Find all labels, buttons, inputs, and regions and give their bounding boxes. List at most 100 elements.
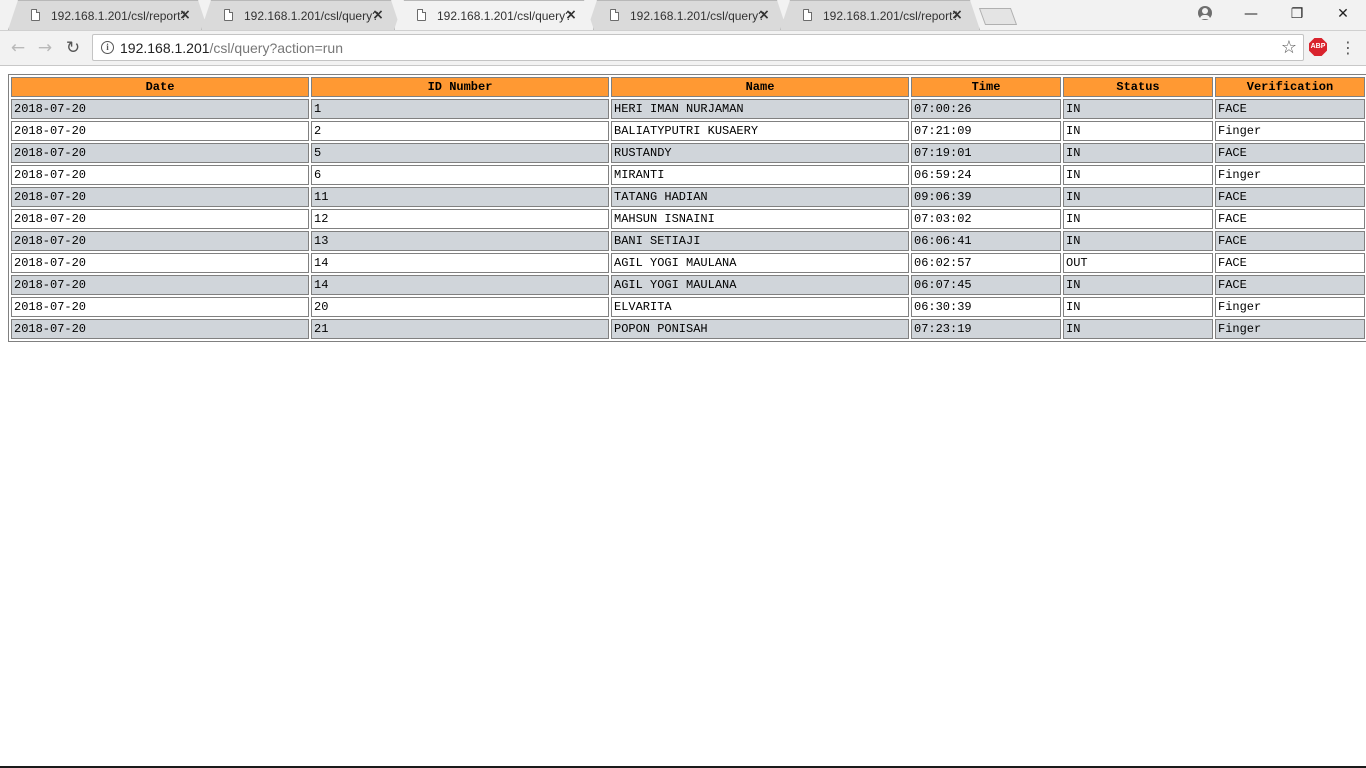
cell-time: 06:30:39 — [911, 297, 1061, 317]
cell-date: 2018-07-20 — [11, 209, 309, 229]
browser-toolbar: ← → ↻ i 192.168.1.201/csl/query?action=r… — [0, 31, 1366, 66]
cell-id-number: 14 — [311, 275, 609, 295]
minimize-icon[interactable]: — — [1228, 0, 1274, 28]
cell-name: MIRANTI — [611, 165, 909, 185]
cell-time: 09:06:39 — [911, 187, 1061, 207]
cell-date: 2018-07-20 — [11, 253, 309, 273]
tab-close-icon[interactable]: × — [177, 7, 193, 23]
new-tab-button[interactable] — [978, 8, 1018, 25]
tab-title: 192.168.1.201/csl/query?a — [437, 9, 571, 23]
cell-name: TATANG HADIAN — [611, 187, 909, 207]
cell-date: 2018-07-20 — [11, 231, 309, 251]
cell-time: 07:03:02 — [911, 209, 1061, 229]
browser-tab-4[interactable]: 192.168.1.201/csl/query?a × — [587, 0, 787, 30]
page-icon — [610, 9, 619, 21]
cell-status: IN — [1063, 165, 1213, 185]
cell-time: 07:19:01 — [911, 143, 1061, 163]
table-row: 2018-07-20 13 BANI SETIAJI 06:06:41 IN FACE — [11, 231, 1365, 251]
tab-strip: 192.168.1.201/csl/report? × 192.168.1.20… — [0, 0, 1366, 31]
tab-close-icon[interactable]: × — [370, 7, 386, 23]
tab-title: 192.168.1.201/csl/report? — [51, 9, 185, 23]
menu-icon[interactable]: ⋮ — [1340, 35, 1356, 61]
address-bar[interactable]: i 192.168.1.201/csl/query?action=run ☆ — [92, 34, 1304, 61]
back-icon[interactable]: ← — [5, 35, 31, 61]
browser-tab-2[interactable]: 192.168.1.201/csl/query? × — [201, 0, 401, 30]
header-date: Date — [11, 77, 309, 97]
cell-verification: Finger — [1215, 297, 1365, 317]
restore-icon[interactable]: ❐ — [1274, 0, 1320, 28]
table-row: 2018-07-20 6 MIRANTI 06:59:24 IN Finger — [11, 165, 1365, 185]
browser-tab-3-active[interactable]: 192.168.1.201/csl/query?a × — [394, 0, 594, 30]
page-icon — [224, 9, 233, 21]
tab-close-icon[interactable]: × — [563, 7, 579, 23]
cell-status: OUT — [1063, 253, 1213, 273]
browser-tab-1[interactable]: 192.168.1.201/csl/report? × — [8, 0, 208, 30]
cell-status: IN — [1063, 209, 1213, 229]
cell-name: MAHSUN ISNAINI — [611, 209, 909, 229]
tab-title: 192.168.1.201/csl/query? — [244, 9, 378, 23]
bookmark-star-icon[interactable]: ☆ — [1281, 37, 1297, 59]
cell-id-number: 13 — [311, 231, 609, 251]
cell-status: IN — [1063, 319, 1213, 339]
cell-status: IN — [1063, 231, 1213, 251]
forward-icon[interactable]: → — [32, 35, 58, 61]
tab-close-icon[interactable]: × — [756, 7, 772, 23]
cell-status: IN — [1063, 297, 1213, 317]
cell-verification: FACE — [1215, 143, 1365, 163]
cell-verification: FACE — [1215, 187, 1365, 207]
cell-time: 06:02:57 — [911, 253, 1061, 273]
table-body: 2018-07-20 1 HERI IMAN NURJAMAN 07:00:26 IN F… — [11, 99, 1365, 339]
cell-verification: Finger — [1215, 319, 1365, 339]
header-time: Time — [911, 77, 1061, 97]
info-icon[interactable]: i — [101, 41, 114, 54]
cell-date: 2018-07-20 — [11, 187, 309, 207]
cell-name: HERI IMAN NURJAMAN — [611, 99, 909, 119]
cell-verification: FACE — [1215, 209, 1365, 229]
adblock-icon[interactable]: ABP — [1309, 38, 1327, 56]
page-icon — [803, 9, 812, 21]
url-host: 192.168.1.201 — [120, 40, 210, 56]
cell-date: 2018-07-20 — [11, 143, 309, 163]
window-close-icon[interactable]: ✕ — [1320, 0, 1366, 28]
browser-tab-5[interactable]: 192.168.1.201/csl/report? × — [780, 0, 980, 30]
cell-verification: FACE — [1215, 231, 1365, 251]
tab-title: 192.168.1.201/csl/report? — [823, 9, 957, 23]
table-row: 2018-07-20 2 BALIATYPUTRI KUSAERY 07:21:09 I… — [11, 121, 1365, 141]
cell-time: 06:07:45 — [911, 275, 1061, 295]
cell-status: IN — [1063, 275, 1213, 295]
cell-status: IN — [1063, 143, 1213, 163]
cell-verification: Finger — [1215, 121, 1365, 141]
header-verification: Verification — [1215, 77, 1365, 97]
cell-time: 07:00:26 — [911, 99, 1061, 119]
cell-name: RUSTANDY — [611, 143, 909, 163]
cell-id-number: 2 — [311, 121, 609, 141]
profile-icon[interactable] — [1198, 6, 1212, 20]
header-status: Status — [1063, 77, 1213, 97]
reload-icon[interactable]: ↻ — [60, 35, 86, 61]
cell-status: IN — [1063, 121, 1213, 141]
tab-close-icon[interactable]: × — [949, 7, 965, 23]
cell-verification: FACE — [1215, 275, 1365, 295]
cell-status: IN — [1063, 187, 1213, 207]
header-name: Name — [611, 77, 909, 97]
table-row: 2018-07-20 11 TATANG HADIAN 09:06:39 IN FACE — [11, 187, 1365, 207]
cell-date: 2018-07-20 — [11, 297, 309, 317]
cell-status: IN — [1063, 99, 1213, 119]
cell-verification: FACE — [1215, 99, 1365, 119]
cell-id-number: 6 — [311, 165, 609, 185]
cell-date: 2018-07-20 — [11, 121, 309, 141]
cell-time: 06:06:41 — [911, 231, 1061, 251]
cell-id-number: 1 — [311, 99, 609, 119]
page-content: Date ID Number Name Time Status Verifica… — [0, 66, 1366, 768]
cell-time: 06:59:24 — [911, 165, 1061, 185]
page-icon — [31, 9, 40, 21]
cell-time: 07:23:19 — [911, 319, 1061, 339]
url-text[interactable]: 192.168.1.201/csl/query?action=run — [120, 40, 343, 56]
cell-verification: FACE — [1215, 253, 1365, 273]
table-header-row: Date ID Number Name Time Status Verifica… — [11, 77, 1365, 97]
cell-time: 07:21:09 — [911, 121, 1061, 141]
cell-id-number: 21 — [311, 319, 609, 339]
cell-id-number: 12 — [311, 209, 609, 229]
cell-id-number: 14 — [311, 253, 609, 273]
cell-name: AGIL YOGI MAULANA — [611, 253, 909, 273]
